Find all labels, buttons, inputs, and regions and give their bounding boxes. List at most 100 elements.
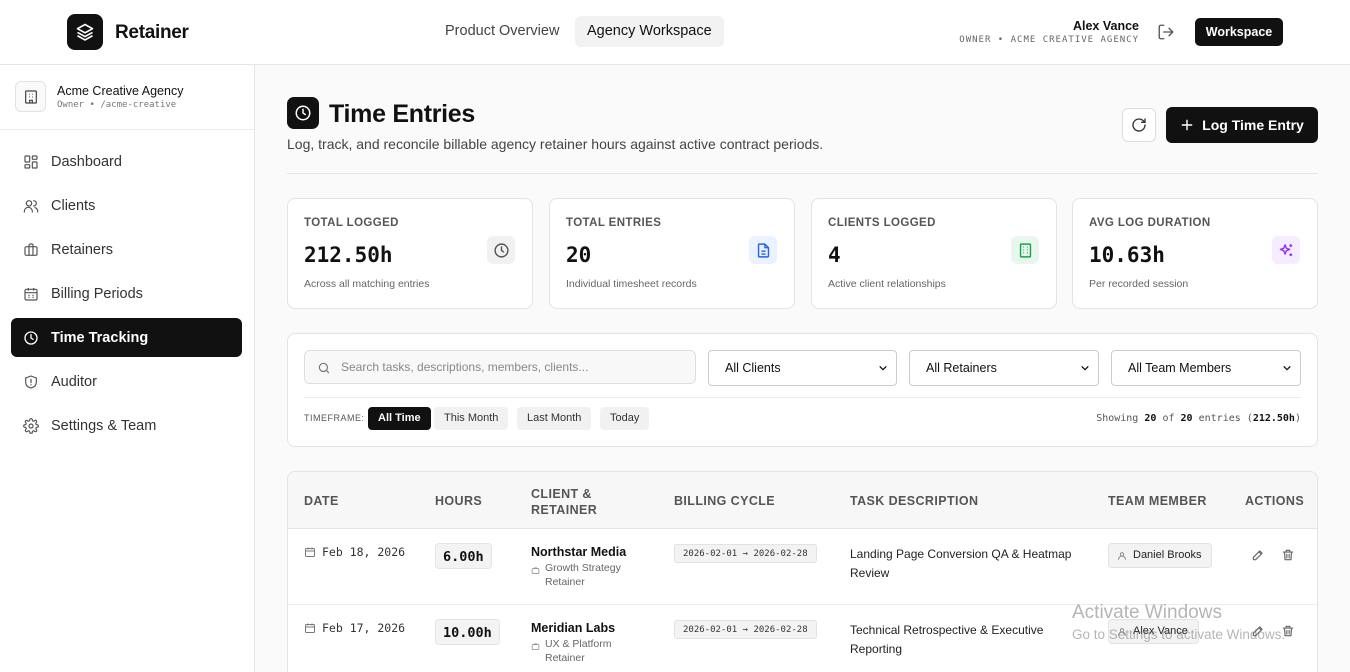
main-content: Time Entries Log, track, and reconcile b… (255, 65, 1350, 672)
timeframe-last-month[interactable]: Last Month (517, 407, 592, 430)
search-field[interactable] (304, 350, 696, 384)
tab-product-overview[interactable]: Product Overview (433, 16, 571, 47)
user-role: OWNER • ACME CREATIVE AGENCY (959, 35, 1139, 45)
calendar-icon (305, 623, 315, 633)
sparkles-icon (1272, 236, 1300, 264)
plus-icon (1181, 119, 1193, 131)
table-row[interactable]: Feb 18, 2026 6.00h Northstar Media Growt… (288, 529, 1317, 605)
sidebar-item-label: Auditor (51, 373, 97, 390)
stat-label: TOTAL ENTRIES (566, 217, 662, 229)
top-bar: Retainer Product Overview Agency Workspa… (0, 0, 1350, 65)
stat-note: Active client relationships (828, 278, 946, 290)
column-header-task-description: TASK DESCRIPTION (850, 494, 979, 508)
header-divider (287, 173, 1318, 174)
timeframe-all-time[interactable]: All Time (368, 407, 431, 430)
workspace-button[interactable]: Workspace (1195, 18, 1283, 46)
stat-note: Per recorded session (1089, 278, 1189, 290)
stat-card-clients-logged: CLIENTS LOGGED 4 Active client relations… (811, 198, 1057, 309)
entry-client: Meridian Labs (531, 621, 616, 635)
entry-retainer: UX & Platform Retainer (545, 638, 612, 664)
briefcase-icon (24, 242, 38, 256)
stat-card-total-logged: TOTAL LOGGED 212.50h Across all matching… (287, 198, 533, 309)
clock-icon (24, 330, 38, 345)
log-button-label: Log Time Entry (1202, 117, 1304, 133)
log-time-entry-button[interactable]: Log Time Entry (1166, 107, 1318, 143)
stat-value: 4 (828, 243, 841, 267)
edit-icon[interactable] (1251, 624, 1265, 638)
chevron-down-icon (1283, 366, 1291, 371)
calendar-icon (24, 287, 38, 301)
shield-icon (25, 374, 37, 389)
timeframe-today[interactable]: Today (600, 407, 650, 430)
entry-member: Alex Vance (1108, 619, 1199, 644)
user-icon (1118, 627, 1126, 636)
building-icon (15, 81, 46, 112)
entry-task: Landing Page Conversion QA & Heatmap Rev… (850, 547, 1072, 580)
stat-label: TOTAL LOGGED (304, 217, 399, 229)
edit-icon[interactable] (1251, 548, 1265, 562)
sidebar-item-auditor[interactable]: Auditor (11, 362, 242, 401)
sidebar-item-settings-team[interactable]: Settings & Team (11, 406, 242, 445)
page-title: Time Entries (329, 100, 475, 128)
sidebar-item-time-tracking[interactable]: Time Tracking (11, 318, 242, 357)
team-member-select-value: All Team Members (1128, 361, 1232, 375)
calendar-icon (305, 547, 315, 557)
column-header-date: DATE (304, 494, 339, 508)
user-icon (1118, 551, 1126, 560)
entry-billing-cycle: 2026-02-01 → 2026-02-28 (674, 620, 817, 639)
column-header-client-retainer: CLIENT & RETAINER (531, 487, 598, 517)
search-icon (318, 362, 330, 374)
client-select[interactable]: All Clients (708, 350, 897, 386)
team-member-select[interactable]: All Team Members (1111, 350, 1301, 386)
stat-value: 10.63h (1089, 243, 1165, 267)
logo[interactable] (67, 14, 103, 50)
sidebar-item-billing-periods[interactable]: Billing Periods (11, 274, 242, 313)
filter-panel: All Clients All Retainers All Team Membe… (287, 333, 1318, 447)
org-switcher[interactable]: Acme Creative Agency Owner • /acme-creat… (0, 65, 254, 130)
entry-hours: 6.00h (435, 543, 492, 569)
search-input[interactable] (341, 351, 691, 383)
entry-member: Daniel Brooks (1108, 543, 1213, 568)
stat-note: Across all matching entries (304, 278, 430, 290)
tab-agency-workspace[interactable]: Agency Workspace (575, 16, 724, 47)
stat-card-total-entries: TOTAL ENTRIES 20 Individual timesheet re… (549, 198, 795, 309)
user-name: Alex Vance (1072, 19, 1139, 33)
sidebar-item-label: Clients (51, 197, 96, 214)
stat-note: Individual timesheet records (566, 278, 697, 290)
entry-hours: 10.00h (435, 619, 500, 645)
users-icon (23, 199, 39, 213)
clock-icon (287, 97, 319, 129)
table-header: DATE HOURS CLIENT & RETAINER BILLING CYC… (288, 472, 1317, 529)
refresh-button[interactable] (1122, 108, 1156, 142)
retainer-select[interactable]: All Retainers (909, 350, 1099, 386)
logout-icon[interactable] (1157, 23, 1175, 41)
client-select-value: All Clients (725, 361, 781, 375)
layers-icon (76, 23, 94, 41)
briefcase-icon (531, 643, 540, 650)
stat-card-avg-log-duration: AVG LOG DURATION 10.63h Per recorded ses… (1072, 198, 1318, 309)
timeframe-this-month[interactable]: This Month (434, 407, 509, 430)
sidebar-item-label: Settings & Team (51, 417, 157, 434)
stat-label: CLIENTS LOGGED (828, 217, 936, 229)
results-summary: Showing 20 of 20 entries (212.50h) (1096, 413, 1301, 424)
retainer-select-value: All Retainers (926, 361, 997, 375)
sidebar-item-dashboard[interactable]: Dashboard (11, 142, 242, 181)
column-header-billing-cycle: BILLING CYCLE (674, 494, 776, 508)
entry-client: Northstar Media (531, 545, 627, 559)
stat-label: AVG LOG DURATION (1089, 217, 1211, 229)
table-row[interactable]: Feb 17, 2026 10.00h Meridian Labs UX & P… (288, 605, 1317, 672)
sidebar-item-label: Billing Periods (51, 285, 143, 302)
sidebar: Acme Creative Agency Owner • /acme-creat… (0, 65, 255, 672)
trash-icon[interactable] (1281, 548, 1295, 562)
sidebar-item-clients[interactable]: Clients (11, 186, 242, 225)
document-icon (749, 236, 777, 264)
sidebar-item-retainers[interactable]: Retainers (11, 230, 242, 269)
trash-icon[interactable] (1281, 624, 1295, 638)
entry-task: Technical Retrospective & Executive Repo… (850, 623, 1044, 656)
building-icon (1011, 236, 1039, 264)
stat-value: 212.50h (304, 243, 393, 267)
filter-divider (304, 397, 1301, 398)
org-subtitle: Owner • /acme-creative (57, 100, 177, 110)
entry-date: Feb 18, 2026 (304, 545, 405, 559)
stat-value: 20 (566, 243, 592, 267)
